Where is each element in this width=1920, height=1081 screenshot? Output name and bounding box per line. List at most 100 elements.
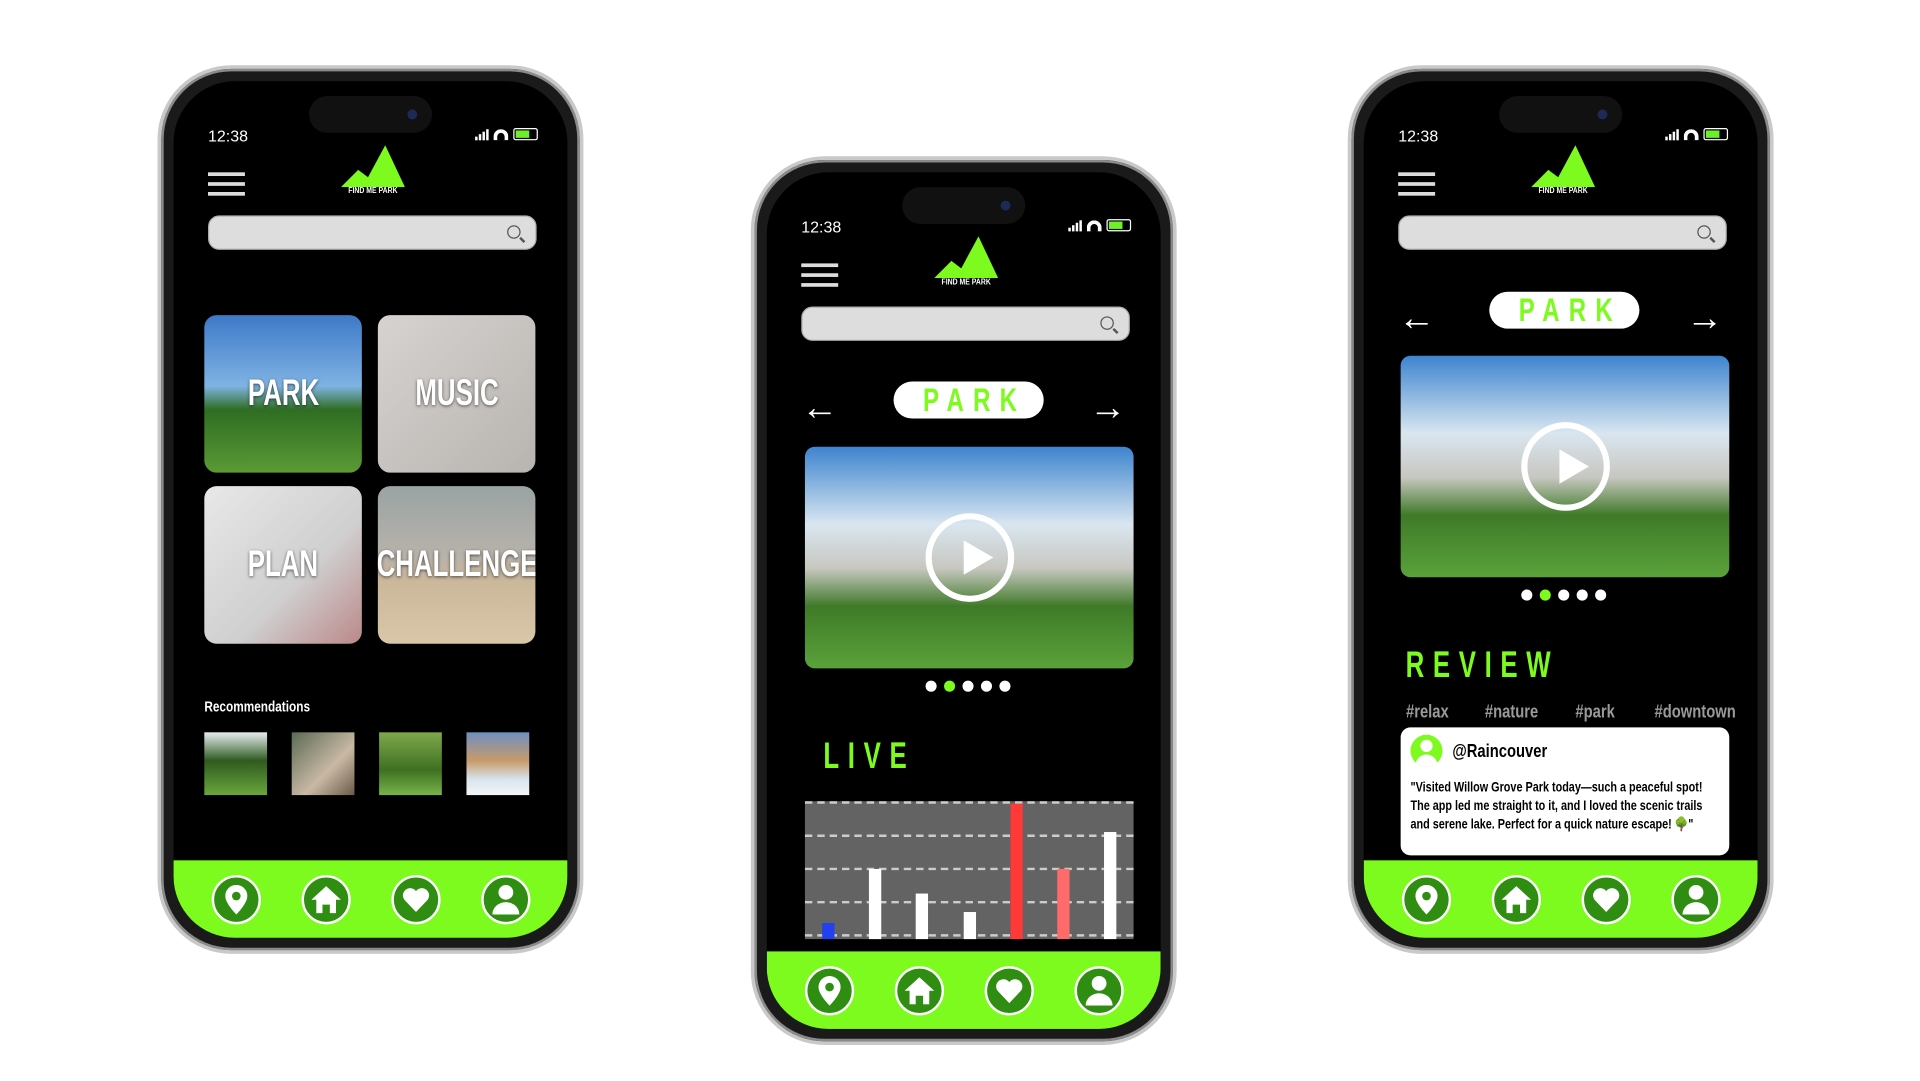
status-time: 12:38: [208, 126, 249, 146]
tile-label: PARK: [247, 372, 319, 414]
live-screen: 12:38 FIND ME PARK ← → PARK LIVE: [766, 172, 1161, 1029]
phone-home: 12:38 FIND ME PARK PARK MUSIC PLAN CHALL…: [157, 65, 584, 954]
wifi-icon: [1683, 128, 1699, 140]
battery-icon: [1703, 128, 1729, 141]
review-title: REVIEW: [1405, 644, 1560, 686]
live-bar-chart: [804, 801, 1134, 940]
signal-icon: [475, 128, 489, 140]
category-label: PARK: [923, 381, 1027, 419]
hashtag[interactable]: #relax: [1406, 702, 1449, 723]
profile-icon[interactable]: [1670, 874, 1721, 924]
hashtag[interactable]: #nature: [1485, 702, 1538, 723]
location-pin-icon[interactable]: [211, 874, 261, 924]
tile-label: MUSIC: [414, 372, 499, 414]
bottom-nav: [766, 951, 1161, 1029]
search-icon[interactable]: [1100, 316, 1114, 330]
tile-label: PLAN: [247, 544, 319, 585]
hashtag[interactable]: #park: [1575, 702, 1614, 723]
review-card: @Raincouver "Visited Willow Grove Park t…: [1400, 727, 1730, 856]
signal-icon: [1068, 219, 1082, 231]
review-text: "Visited Willow Grove Park today—such a …: [1410, 780, 1703, 833]
video-player[interactable]: [1400, 355, 1730, 578]
hamburger-menu-icon[interactable]: [1398, 172, 1436, 202]
bottom-nav: [1363, 860, 1758, 938]
tile-park[interactable]: PARK: [204, 315, 362, 473]
tile-music[interactable]: MUSIC: [377, 315, 536, 473]
play-icon[interactable]: [1520, 422, 1610, 511]
search-input[interactable]: [208, 215, 537, 250]
recommendation-thumb[interactable]: [466, 732, 530, 796]
status-icons: [1068, 219, 1132, 232]
wifi-icon: [1086, 219, 1102, 231]
location-pin-icon[interactable]: [804, 965, 854, 1015]
status-time: 12:38: [801, 217, 842, 237]
hashtags: #relax #nature #park #downtown: [1401, 702, 1746, 723]
chart-bar: [1103, 832, 1117, 940]
search-input[interactable]: [1398, 215, 1727, 250]
stage: 12:38 FIND ME PARK PARK MUSIC PLAN CHALL…: [0, 0, 1920, 1081]
play-icon[interactable]: [924, 513, 1014, 602]
battery-icon: [513, 128, 538, 141]
logo-text: FIND ME PARK: [348, 187, 398, 196]
wifi-icon: [493, 128, 509, 140]
avatar: [1410, 734, 1443, 767]
profile-icon[interactable]: [480, 874, 530, 924]
search-icon[interactable]: [507, 225, 521, 239]
arrow-right-icon[interactable]: →: [1089, 390, 1126, 427]
home-icon[interactable]: [300, 874, 351, 924]
search-input[interactable]: [801, 306, 1130, 341]
chart-bar: [1056, 868, 1070, 940]
hamburger-menu-icon[interactable]: [801, 263, 839, 293]
app-logo: FIND ME PARK: [1531, 145, 1596, 196]
app-logo: FIND ME PARK: [934, 236, 999, 287]
live-title: LIVE: [823, 736, 916, 777]
heart-icon[interactable]: [984, 965, 1034, 1015]
signal-icon: [1665, 128, 1679, 140]
dynamic-island: [308, 96, 433, 133]
recommendation-thumb[interactable]: [204, 732, 268, 796]
logo-text: FIND ME PARK: [941, 278, 991, 287]
arrow-left-icon[interactable]: ←: [801, 390, 838, 427]
home-icon[interactable]: [1491, 874, 1541, 924]
search-icon[interactable]: [1697, 225, 1711, 239]
recommendation-thumb[interactable]: [379, 732, 442, 796]
video-player[interactable]: [804, 446, 1134, 669]
dynamic-island: [1499, 96, 1623, 133]
location-pin-icon[interactable]: [1401, 874, 1451, 924]
category-pill[interactable]: PARK: [893, 381, 1044, 419]
hashtag[interactable]: #downtown: [1654, 702, 1735, 723]
category-label: PARK: [1518, 291, 1623, 329]
tile-challenge[interactable]: CHALLENGE: [377, 486, 536, 644]
status-time: 12:38: [1398, 126, 1439, 146]
chart-bar: [916, 893, 929, 940]
chart-bar: [1010, 803, 1023, 940]
tile-label: CHALLENGE: [377, 544, 536, 585]
battery-icon: [1106, 219, 1132, 232]
carousel-dots[interactable]: [1521, 589, 1607, 601]
arrow-left-icon[interactable]: ←: [1398, 300, 1435, 337]
tile-plan[interactable]: PLAN: [204, 486, 362, 644]
chart-bar: [963, 912, 976, 940]
status-icons: [1665, 128, 1729, 141]
phone-live: 12:38 FIND ME PARK ← → PARK LIVE: [750, 156, 1177, 1045]
home-icon[interactable]: [894, 965, 944, 1015]
arrow-right-icon[interactable]: →: [1686, 300, 1723, 337]
recommendation-thumb[interactable]: [291, 732, 355, 796]
profile-icon[interactable]: [1073, 965, 1124, 1015]
app-logo: FIND ME PARK: [340, 145, 405, 196]
phone-review: 12:38 FIND ME PARK ← → PARK REVIEW #rela…: [1347, 65, 1774, 954]
chart-bar: [822, 922, 835, 940]
bottom-nav: [173, 860, 568, 938]
status-icons: [475, 128, 538, 141]
review-username[interactable]: @Raincouver: [1452, 740, 1547, 761]
carousel-dots[interactable]: [925, 680, 1011, 692]
category-pill[interactable]: PARK: [1489, 291, 1640, 329]
chart-bar: [869, 868, 882, 940]
dynamic-island: [902, 187, 1026, 225]
heart-icon[interactable]: [390, 874, 441, 924]
hamburger-menu-icon[interactable]: [208, 172, 245, 202]
home-screen: 12:38 FIND ME PARK PARK MUSIC PLAN CHALL…: [173, 81, 568, 938]
review-screen: 12:38 FIND ME PARK ← → PARK REVIEW #rela…: [1363, 81, 1758, 938]
heart-icon[interactable]: [1580, 874, 1631, 924]
logo-text: FIND ME PARK: [1538, 187, 1588, 196]
